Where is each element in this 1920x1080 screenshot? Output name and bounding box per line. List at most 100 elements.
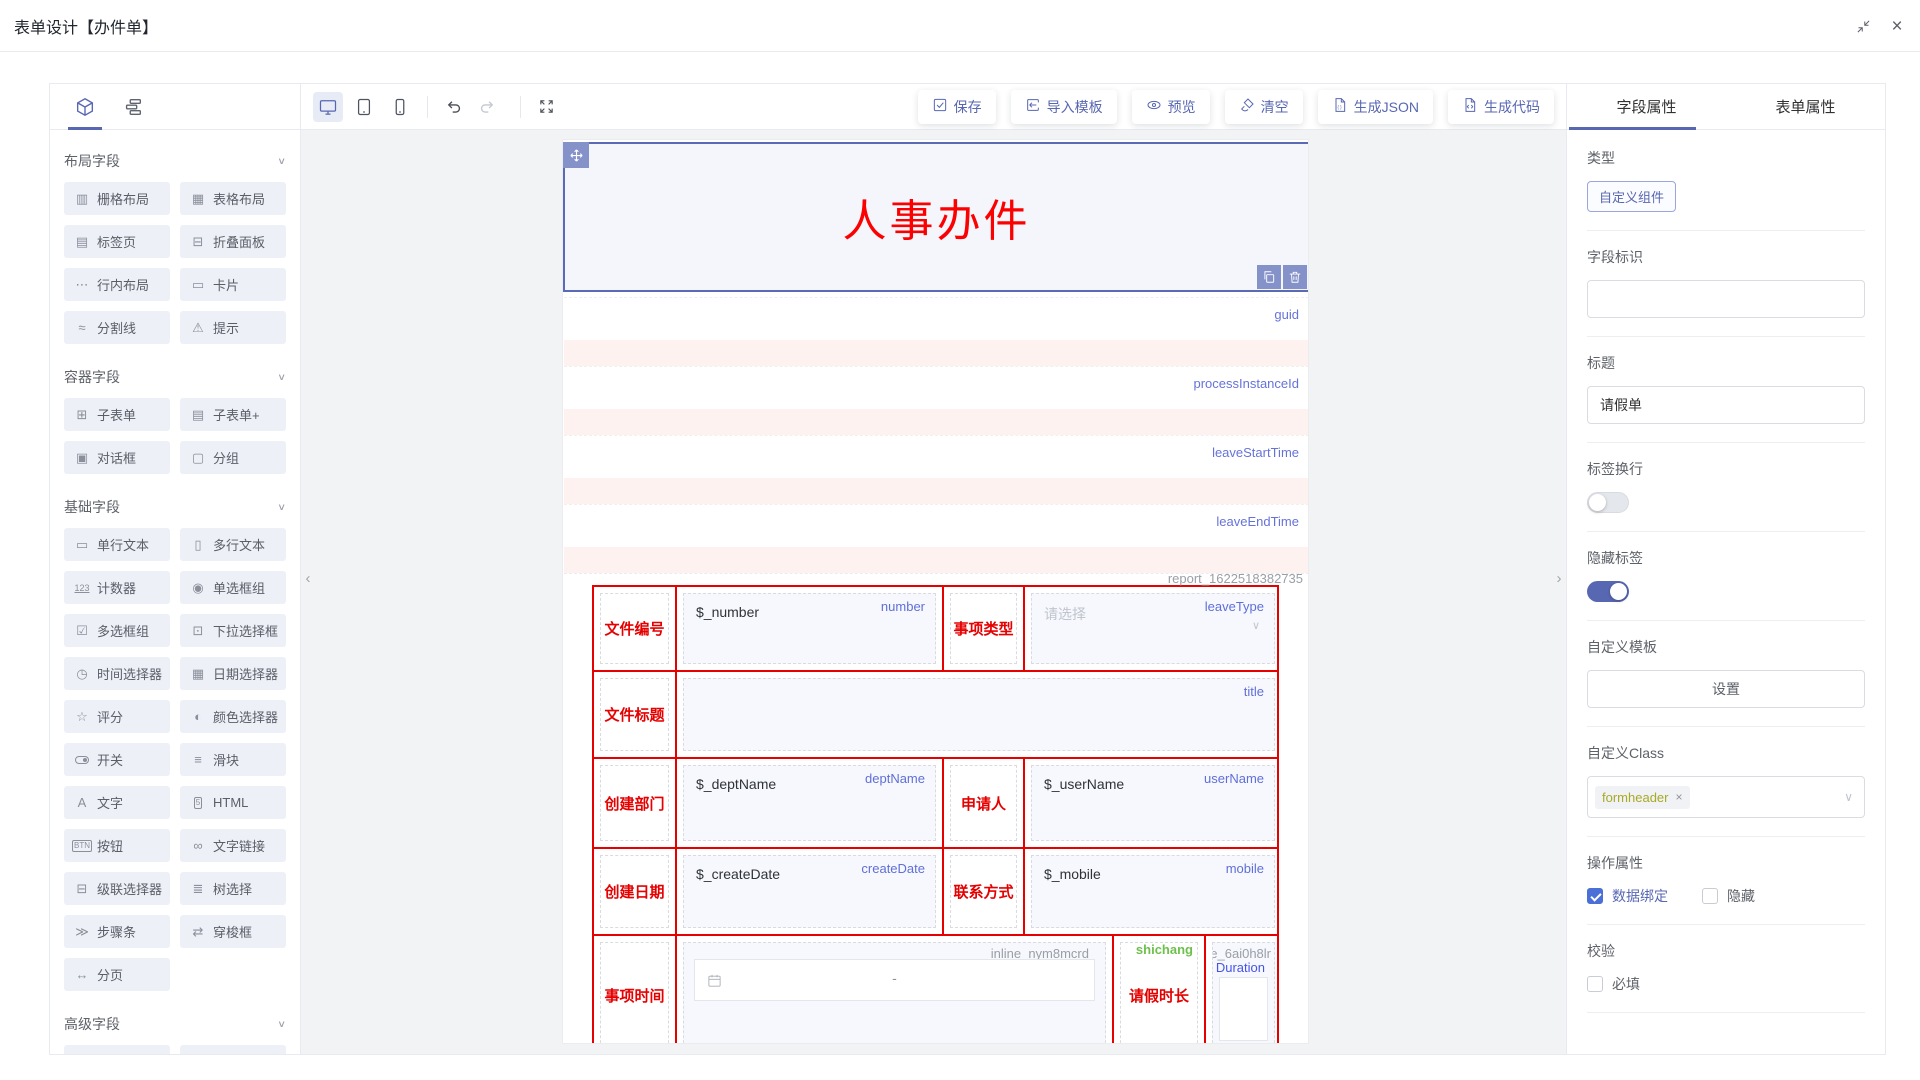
palette-item[interactable]: A文字 — [64, 786, 170, 819]
title-input[interactable] — [1587, 386, 1865, 424]
field-label-cell[interactable]: 事项时间 — [600, 942, 669, 1044]
tab-form-props[interactable]: 表单属性 — [1726, 84, 1885, 129]
daterange-picker[interactable]: - — [694, 959, 1095, 1001]
palette-item[interactable]: ☑多选框组 — [64, 614, 170, 647]
palette-item[interactable]: ≣树选择 — [180, 872, 286, 905]
copy-icon[interactable] — [1257, 265, 1281, 289]
palette-item[interactable]: ⋯行内布局 — [64, 268, 170, 301]
palette-item[interactable]: ≈分割线 — [64, 311, 170, 344]
palette-item[interactable]: ▭单行文本 — [64, 528, 170, 561]
form-header-block-selected[interactable]: 人事办件 — [563, 142, 1309, 292]
palette-item[interactable]: 123计数器 — [64, 571, 170, 604]
palette-item[interactable]: ⇄穿梭框 — [180, 915, 286, 948]
duration-cell[interactable]: inline_6ai0h8lrDuration — [1212, 942, 1275, 1044]
palette-item[interactable]: ☆评分 — [64, 700, 170, 733]
toolbar-button-preview[interactable]: 预览 — [1132, 90, 1210, 124]
palette-item[interactable]: ↔分页 — [64, 958, 170, 991]
toolbar-button-code[interactable]: 生成代码 — [1448, 90, 1554, 124]
toolbar-button-json[interactable]: { }生成JSON — [1318, 90, 1433, 124]
field-id-input[interactable] — [1587, 280, 1865, 318]
undo-icon[interactable] — [440, 94, 466, 120]
palette-item[interactable]: ⚠提示 — [180, 311, 286, 344]
hidden-field-block[interactable]: guid — [564, 297, 1309, 366]
palette-item[interactable]: 开关 — [64, 743, 170, 776]
field-input-cell[interactable]: 请选择leaveType∨ — [1031, 593, 1275, 664]
toolbar-button-import[interactable]: 导入模板 — [1011, 90, 1117, 124]
template-settings-button[interactable]: 设置 — [1587, 670, 1865, 708]
field-input-cell[interactable]: $_createDatecreateDate — [683, 855, 936, 928]
palette-item[interactable]: ▥栅格布局 — [64, 182, 170, 215]
delete-icon[interactable] — [1283, 265, 1307, 289]
field-input-cell[interactable]: $_userNameuserName — [1031, 765, 1275, 841]
hidden-field-block[interactable]: processInstanceId — [564, 366, 1309, 435]
close-icon[interactable]: × — [1888, 17, 1906, 35]
palette-section-header[interactable]: 高级字段∨ — [64, 1003, 286, 1045]
validation-checkbox[interactable]: 必填 — [1587, 974, 1640, 994]
field-input-cell[interactable]: title — [683, 678, 1275, 751]
field-input-cell[interactable]: $_deptNamedeptName — [683, 765, 936, 841]
remove-tag-icon[interactable]: × — [1675, 790, 1682, 804]
field-label-cell[interactable]: 请假时长shichang — [1120, 942, 1198, 1044]
palette-item[interactable]: +自定义组件 — [180, 1045, 286, 1054]
operation-checkbox[interactable]: 隐藏 — [1702, 886, 1755, 906]
collapse-right-panel-icon[interactable]: › — [1552, 555, 1566, 601]
palette-section-header[interactable]: 基础字段∨ — [64, 486, 286, 528]
duration-input[interactable] — [1219, 977, 1268, 1041]
tablet-icon[interactable] — [349, 92, 379, 122]
palette-item[interactable]: ∞文字链接 — [180, 829, 286, 862]
palette-item[interactable]: ▦日期选择器 — [180, 657, 286, 690]
redo-icon[interactable] — [474, 94, 500, 120]
palette-item[interactable]: ▣对话框 — [64, 441, 170, 474]
collapse-left-panel-icon[interactable]: ‹ — [301, 555, 315, 601]
palette-item[interactable]: ▦表格布局 — [180, 182, 286, 215]
palette-item[interactable]: ▯多行文本 — [180, 528, 286, 561]
field-label-cell[interactable]: 申请人 — [950, 765, 1017, 841]
field-label-cell[interactable]: 事项类型 — [950, 593, 1017, 664]
palette-item[interactable]: ◷时间选择器 — [64, 657, 170, 690]
operation-checkbox[interactable]: 数据绑定 — [1587, 886, 1668, 906]
desktop-icon[interactable] — [313, 92, 343, 122]
field-label-cell[interactable]: 创建日期 — [600, 855, 669, 928]
field-label-cell[interactable]: 联系方式 — [950, 855, 1017, 928]
phone-icon[interactable] — [385, 92, 415, 122]
hide-label-toggle[interactable] — [1587, 581, 1629, 602]
field-label-cell[interactable]: 创建部门 — [600, 765, 669, 841]
drag-handle-icon[interactable] — [563, 142, 589, 168]
field-input-cell[interactable]: $_mobilemobile — [1031, 855, 1275, 928]
palette-item[interactable]: ⊡下拉选择框 — [180, 614, 286, 647]
field-label-cell[interactable]: 文件标题 — [600, 678, 669, 751]
palette-item[interactable]: ≡滑块 — [180, 743, 286, 776]
palette-item[interactable]: ▤子表单+ — [180, 398, 286, 431]
palette-section-header[interactable]: 布局字段∨ — [64, 140, 286, 182]
palette-item[interactable]: 5HTML — [180, 786, 286, 819]
palette-item[interactable]: ⊟折叠面板 — [180, 225, 286, 258]
hidden-field-block[interactable]: leaveEndTime — [564, 504, 1309, 573]
palette-item[interactable]: ≫步骤条 — [64, 915, 170, 948]
palette-item[interactable]: BTN按钮 — [64, 829, 170, 862]
toolbar-button-clear[interactable]: 清空 — [1225, 90, 1303, 124]
table-cell: 文件标题 — [594, 672, 677, 757]
field-label-cell[interactable]: 文件编号 — [600, 593, 669, 664]
hidden-field-block[interactable]: leaveStartTime — [564, 435, 1309, 504]
tab-field-props[interactable]: 字段属性 — [1567, 84, 1726, 129]
palette-section-header[interactable]: 容器字段∨ — [64, 356, 286, 398]
palette-item[interactable]: ⊟级联选择器 — [64, 872, 170, 905]
daterange-cell[interactable]: inline_nym8mcrdleavedate- — [683, 942, 1106, 1044]
outline-tree-icon[interactable] — [120, 94, 146, 120]
checkbox-icon — [1702, 888, 1718, 904]
fullscreen-icon[interactable] — [533, 94, 559, 120]
palette-item[interactable]: ⊞子表单 — [64, 398, 170, 431]
components-cube-icon[interactable] — [72, 94, 98, 120]
palette-item[interactable]: ▭卡片 — [180, 268, 286, 301]
form-paper: 人事办件 guidprocessI — [562, 139, 1309, 1044]
collapse-window-icon[interactable] — [1854, 17, 1872, 35]
palette-item[interactable]: ▤标签页 — [64, 225, 170, 258]
palette-item[interactable]: ◐颜色选择器 — [180, 700, 286, 733]
toolbar-button-save[interactable]: 保存 — [918, 90, 996, 124]
palette-item[interactable]: ◉单选框组 — [180, 571, 286, 604]
label-wrap-toggle[interactable] — [1587, 492, 1629, 513]
custom-class-select[interactable]: formheader × ∨ — [1587, 776, 1865, 818]
palette-item[interactable]: ▢分组 — [180, 441, 286, 474]
palette-item[interactable]: ⊞自定义区域 — [64, 1045, 170, 1054]
field-input-cell[interactable]: $_numbernumber — [683, 593, 936, 664]
